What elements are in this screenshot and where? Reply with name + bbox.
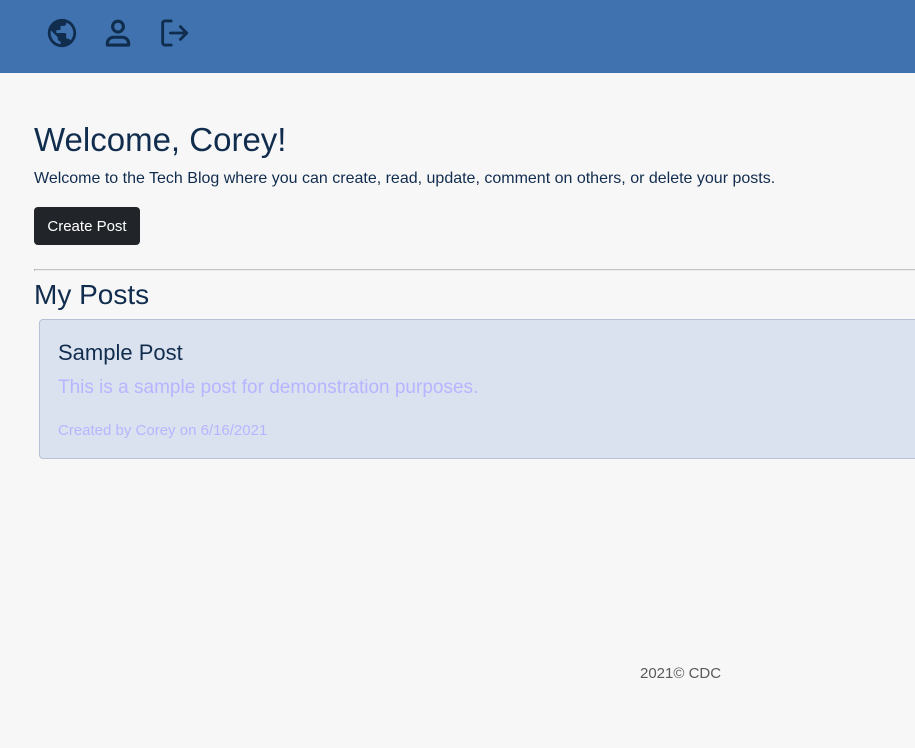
create-post-button[interactable]: Create Post	[34, 207, 140, 245]
welcome-title: Welcome, Corey!	[34, 121, 287, 158]
post-card[interactable]: Sample Post This is a sample post for de…	[39, 319, 915, 459]
post-body: This is a sample post for demonstration …	[58, 377, 479, 398]
logout-icon[interactable]	[157, 16, 191, 50]
section-divider	[34, 269, 915, 271]
my-posts-title: My Posts	[34, 279, 150, 310]
footer-copyright: 2021© CDC	[640, 665, 722, 682]
welcome-text: Welcome to the Tech Blog where you can c…	[34, 170, 776, 187]
post-title[interactable]: Sample Post	[58, 340, 183, 366]
user-icon[interactable]	[101, 16, 135, 50]
navbar	[0, 0, 915, 73]
globe-icon[interactable]	[45, 16, 79, 50]
post-meta: Created by Corey on 6/16/2021	[58, 422, 268, 439]
